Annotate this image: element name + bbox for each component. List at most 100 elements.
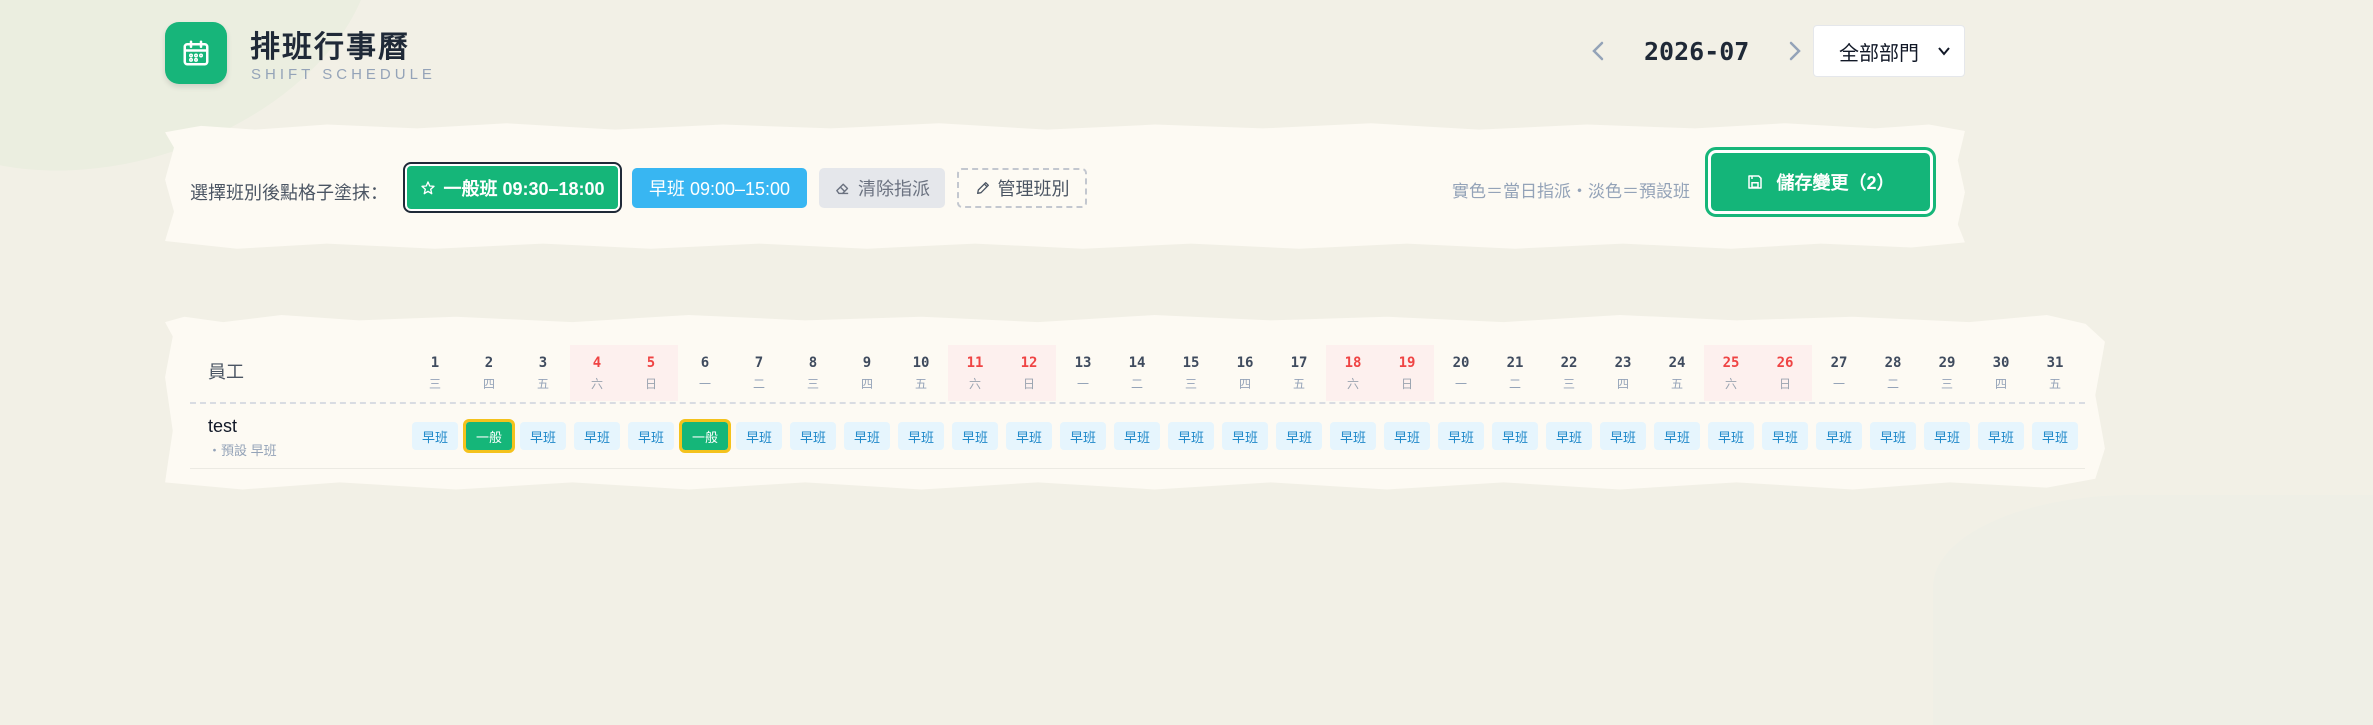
day-number: 16 (1236, 354, 1254, 371)
weekday-label: 二 (1508, 376, 1521, 391)
day-header: 30 四 (1974, 345, 2028, 401)
schedule-cell[interactable]: 早班 (732, 420, 786, 452)
schedule-cell[interactable]: 早班 (894, 420, 948, 452)
clear-assignment-button[interactable]: 清除指派 (819, 168, 945, 208)
day-number: 1 (430, 354, 440, 371)
schedule-cell[interactable]: 早班 (840, 420, 894, 452)
schedule-cell[interactable]: 早班 (516, 420, 570, 452)
schedule-cell[interactable]: 早班 (2028, 420, 2082, 452)
shift-badge[interactable]: 早班 (736, 422, 782, 450)
shift-badge[interactable]: 早班 (844, 422, 890, 450)
shift-badge[interactable]: 早班 (1546, 422, 1592, 450)
day-number: 11 (966, 354, 984, 371)
shift-badge[interactable]: 早班 (1654, 422, 1700, 450)
schedule-cell[interactable]: 早班 (408, 420, 462, 452)
shift-badge[interactable]: 早班 (2032, 422, 2078, 450)
schedule-cell[interactable]: 一般 (462, 419, 516, 453)
page-subtitle: SHIFT SCHEDULE (251, 66, 436, 83)
next-month-button[interactable] (1775, 31, 1815, 71)
shift-badge[interactable]: 早班 (1438, 422, 1484, 450)
shift-badge[interactable]: 早班 (898, 422, 944, 450)
save-changes-button[interactable]: 儲存變更（2） (1705, 147, 1936, 217)
shift-badge[interactable]: 早班 (1222, 422, 1268, 450)
day-number: 27 (1830, 354, 1848, 371)
weekday-label: 三 (806, 376, 819, 391)
department-select[interactable]: 全部部門 (1813, 25, 1965, 77)
chevron-right-icon (1790, 41, 1802, 61)
schedule-cell[interactable]: 早班 (1866, 420, 1920, 452)
day-number: 14 (1128, 354, 1146, 371)
manage-shifts-label: 管理班別 (997, 179, 1070, 199)
schedule-cell[interactable]: 早班 (1110, 420, 1164, 452)
weekday-label: 四 (1994, 376, 2007, 391)
day-number: 30 (1992, 354, 2010, 371)
shift-normal-button[interactable]: 一般班 09:30–18:00 (403, 162, 622, 213)
shift-badge[interactable]: 早班 (1006, 422, 1052, 450)
shift-badge[interactable]: 早班 (1330, 422, 1376, 450)
schedule-cell[interactable]: 早班 (1434, 420, 1488, 452)
schedule-cell[interactable]: 早班 (1002, 420, 1056, 452)
shift-badge[interactable]: 早班 (1168, 422, 1214, 450)
shift-badge[interactable]: 早班 (1060, 422, 1106, 450)
schedule-cell[interactable]: 早班 (1920, 420, 1974, 452)
schedule-cell[interactable]: 早班 (1758, 420, 1812, 452)
schedule-cell[interactable]: 早班 (1164, 420, 1218, 452)
schedule-cell[interactable]: 早班 (948, 420, 1002, 452)
shift-badge[interactable]: 早班 (1276, 422, 1322, 450)
day-number: 6 (700, 354, 710, 371)
shift-badge[interactable]: 早班 (952, 422, 998, 450)
manage-shifts-button[interactable]: 管理班別 (957, 168, 1087, 208)
shift-badge[interactable]: 早班 (1114, 422, 1160, 450)
schedule-cell[interactable]: 早班 (1488, 420, 1542, 452)
shift-badge[interactable]: 早班 (520, 422, 566, 450)
shift-badge[interactable]: 早班 (1384, 422, 1430, 450)
shift-early-button[interactable]: 早班 09:00–15:00 (632, 168, 807, 208)
schedule-cell[interactable]: 早班 (1380, 420, 1434, 452)
schedule-cell[interactable]: 早班 (1326, 420, 1380, 452)
shift-badge[interactable]: 早班 (412, 422, 458, 450)
shift-badge[interactable]: 早班 (628, 422, 674, 450)
schedule-cell[interactable]: 早班 (786, 420, 840, 452)
schedule-cell[interactable]: 早班 (1974, 420, 2028, 452)
weekday-label: 四 (1616, 376, 1629, 391)
shift-badge[interactable]: 早班 (1924, 422, 1970, 450)
schedule-cell[interactable]: 一般 (678, 419, 732, 453)
schedule-cell[interactable]: 早班 (1056, 420, 1110, 452)
shift-badge[interactable]: 早班 (1708, 422, 1754, 450)
schedule-cell[interactable]: 早班 (1272, 420, 1326, 452)
schedule-cell[interactable]: 早班 (1542, 420, 1596, 452)
weekday-label: 一 (1832, 376, 1845, 391)
schedule-cell[interactable]: 早班 (624, 420, 678, 452)
shift-badge[interactable]: 早班 (1816, 422, 1862, 450)
schedule-cell[interactable]: 早班 (1812, 420, 1866, 452)
shift-badge[interactable]: 早班 (1762, 422, 1808, 450)
weekday-label: 五 (536, 376, 549, 391)
shift-badge[interactable]: 一般 (463, 419, 515, 453)
day-header: 4六 (570, 345, 624, 401)
day-number: 3 (538, 354, 548, 371)
shift-badge[interactable]: 早班 (1870, 422, 1916, 450)
day-header: 10 五 (894, 345, 948, 401)
schedule-cell[interactable]: 早班 (1596, 420, 1650, 452)
shift-badge[interactable]: 早班 (1600, 422, 1646, 450)
schedule-cell[interactable]: 早班 (1704, 420, 1758, 452)
weekday-label: 日 (1778, 376, 1791, 391)
shift-badge[interactable]: 一般 (679, 419, 731, 453)
weekday-label: 五 (1670, 376, 1683, 391)
shift-badge[interactable]: 早班 (1978, 422, 2024, 450)
row-divider (190, 468, 2085, 469)
day-number: 17 (1290, 354, 1308, 371)
prev-month-button[interactable] (1578, 31, 1618, 71)
day-number: 5 (646, 354, 656, 371)
weekday-label: 二 (1130, 376, 1143, 391)
day-header: 11 六 (948, 345, 1002, 401)
day-number: 29 (1938, 354, 1956, 371)
shift-badge[interactable]: 早班 (574, 422, 620, 450)
schedule-cell[interactable]: 早班 (570, 420, 624, 452)
schedule-cell[interactable]: 早班 (1650, 420, 1704, 452)
day-header: 1三 (408, 345, 462, 401)
shift-badge[interactable]: 早班 (790, 422, 836, 450)
shift-badge[interactable]: 早班 (1492, 422, 1538, 450)
schedule-cell[interactable]: 早班 (1218, 420, 1272, 452)
day-header: 25 六 (1704, 345, 1758, 401)
